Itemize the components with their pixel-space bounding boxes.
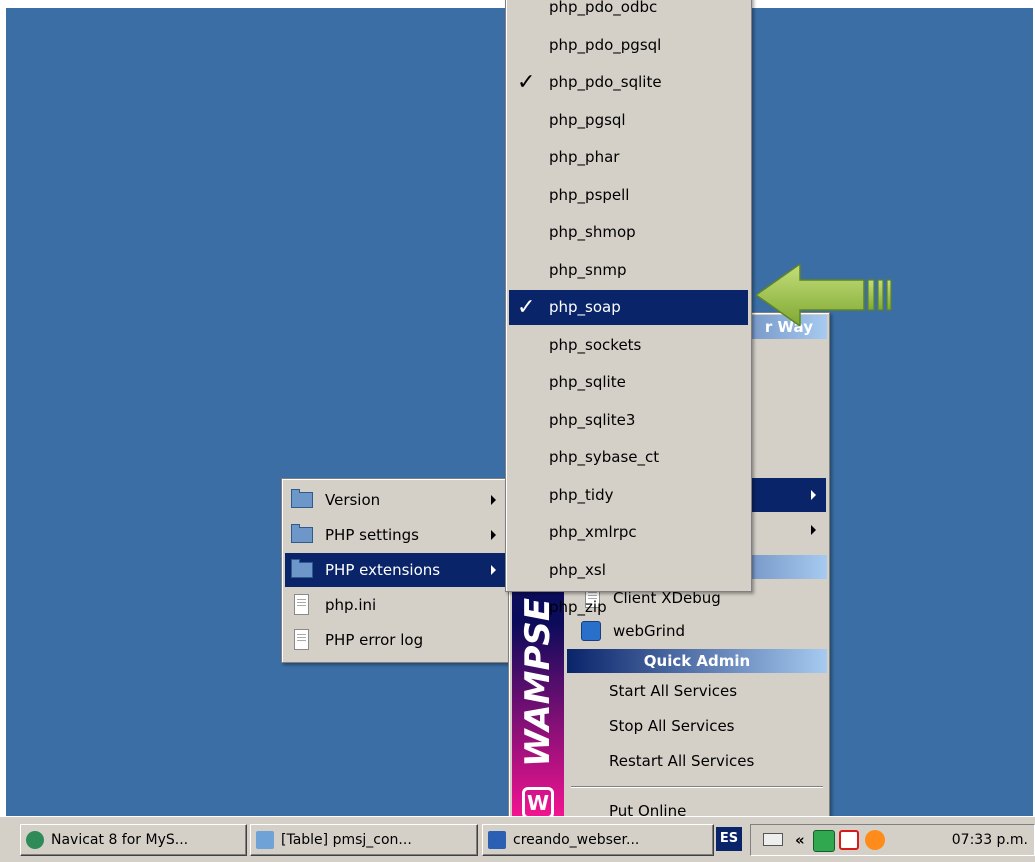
php-menu-item[interactable]: PHP extensions [285,553,506,587]
php-menu-item-label: PHP error log [325,631,424,649]
wampserver-logo-icon: W [522,787,554,819]
php-menu-item-label: PHP settings [325,526,419,544]
language-indicator[interactable]: ES [716,827,742,851]
submenu-arrow-icon [491,530,496,540]
taskbar-button[interactable]: [Table] pmsj_con... [250,824,478,856]
pointer-arrow-icon [756,264,892,326]
stop-all-services-label: Stop All Services [609,717,735,735]
ext-item-php_tidy[interactable]: php_tidy [509,478,748,513]
quick-admin-header: Quick Admin [567,649,827,673]
navicat-icon [26,831,44,849]
taskbar: Navicat 8 for MyS... [Table] pmsj_con... c… [0,816,1035,862]
ext-item-label: php_phar [549,148,620,166]
php-menu-item-label: php.ini [325,596,377,614]
start-all-services-item[interactable]: Start All Services [567,674,826,708]
folder-icon [291,559,313,578]
word-icon [488,831,506,849]
ext-item-php_snmp[interactable]: php_snmp [509,253,748,288]
ext-item-label: php_xsl [549,560,606,579]
ext-item-php_xmlrpc[interactable]: php_xmlrpc [509,515,748,550]
ext-item-php_sqlite3[interactable]: php_sqlite3 [509,403,748,438]
folder-icon [291,489,313,508]
checkmark-icon: ✓ [517,70,536,95]
taskbar-button[interactable]: creando_webser... [482,824,714,856]
php-menu-item-label: Version [325,491,381,509]
menu-separator [571,786,823,788]
wamp-brand-text: WAMPSE [518,597,558,767]
taskbar-button-label: Navicat 8 for MyS... [51,832,189,848]
ext-item-label: php_snmp [549,260,627,279]
ext-item-php_xsl[interactable]: php_xsl [509,553,748,588]
ext-item-php_sockets[interactable]: php_sockets [509,328,748,363]
ext-item-label: php_xmlrpc [549,523,637,541]
ext-item-php_pdo_pgsql[interactable]: php_pdo_pgsql [509,28,748,63]
php-submenu: Version PHP settings PHP extensions php.ini… [281,478,510,663]
ext-item-label: php_pdo_sqlite [549,73,662,91]
ext-item-label: php_tidy [549,485,614,504]
table-icon [256,831,274,849]
document-icon [294,594,309,615]
ext-item-php_sqlite[interactable]: php_sqlite [509,365,748,400]
taskbar-button-label: [Table] pmsj_con... [281,832,412,848]
ext-item-php_pgsql[interactable]: php_pgsql [509,103,748,138]
stop-all-services-item[interactable]: Stop All Services [567,709,826,743]
restart-all-services-item[interactable]: Restart All Services [567,744,826,778]
php-menu-item[interactable]: php.ini [285,588,506,622]
ext-item-label: php_pdo_odbc [549,0,658,16]
checkmark-icon: ✓ [517,295,536,320]
ext-item-label: php_sqlite3 [549,410,636,429]
expand-tray-icon[interactable]: « [795,825,805,855]
taskbar-button[interactable]: Navicat 8 for MyS... [20,824,247,856]
folder-icon [291,524,313,543]
ext-item-php_pdo_odbc[interactable]: php_pdo_odbc [509,0,748,25]
ext-item-label: php_pgsql [549,110,626,129]
submenu-arrow-icon [491,495,496,505]
ext-item-label: php_sqlite [549,373,626,391]
ext-item-php_zip[interactable]: php_zip [509,590,748,625]
ext-item-php_phar[interactable]: php_phar [509,140,748,175]
ext-item-php_pspell[interactable]: php_pspell [509,178,748,213]
php-extensions-menu: php_pdo_odbc php_pdo_pgsql ✓ php_pdo_sqlite… [505,0,752,616]
php-menu-item-label: PHP extensions [325,561,441,579]
ext-item-label: php_sockets [549,335,642,354]
ext-item-php_sybase_ct[interactable]: php_sybase_ct [509,440,748,475]
ext-item-php_soap[interactable]: ✓ php_soap [509,290,748,325]
clock[interactable]: 07:33 p.m. [952,825,1028,855]
system-tray: ES « 07:33 p.m. [716,824,1035,856]
submenu-arrow-icon [811,525,816,535]
start-all-services-label: Start All Services [609,682,738,700]
php-menu-item[interactable]: Version [285,483,506,517]
blocked-tray-icon[interactable] [839,830,859,850]
ext-item-label: php_pdo_pgsql [549,35,662,54]
ext-item-php_shmop[interactable]: php_shmop [509,215,748,250]
document-icon [294,629,309,650]
ext-item-label: php_shmop [549,223,636,241]
ext-item-php_pdo_sqlite[interactable]: ✓ php_pdo_sqlite [509,65,748,100]
restart-all-services-label: Restart All Services [609,752,755,770]
submenu-arrow-icon [491,565,496,575]
ext-item-label: php_zip [549,598,607,616]
wampserver-tray-icon[interactable] [813,830,835,852]
ext-item-label: php_sybase_ct [549,448,660,466]
php-menu-item[interactable]: PHP error log [285,623,506,657]
ext-item-label: php_pspell [549,185,630,204]
submenu-arrow-icon [811,490,816,500]
taskbar-button-label: creando_webser... [513,832,640,848]
keyboard-icon[interactable] [763,833,783,846]
php-menu-item[interactable]: PHP settings [285,518,506,552]
orange-circle-tray-icon[interactable] [865,830,885,850]
ext-item-label: php_soap [549,298,621,316]
